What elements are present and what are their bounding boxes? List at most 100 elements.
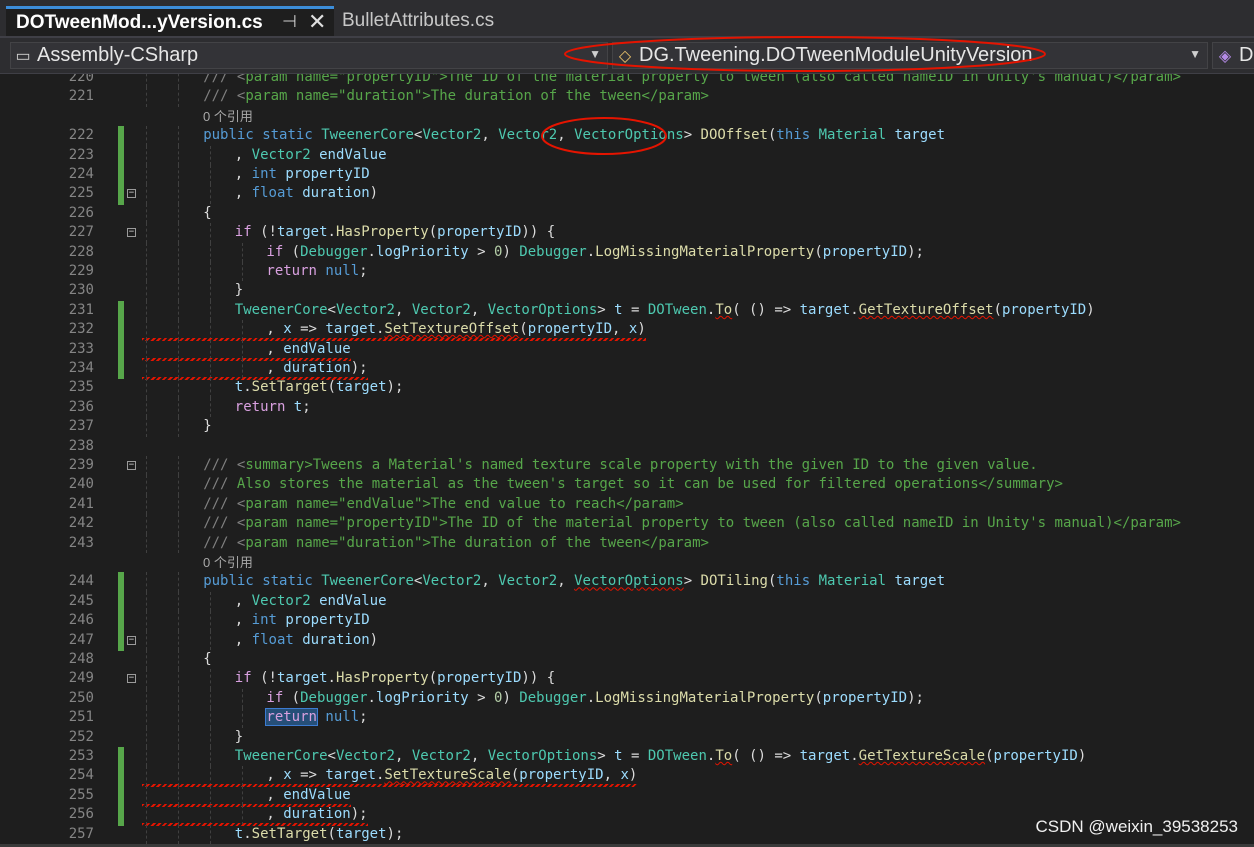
chevron-down-icon[interactable]: ▼ xyxy=(1189,47,1201,61)
pin-icon[interactable]: ⊣ xyxy=(282,12,297,32)
code-line[interactable]: /// <param name="duration">The duration … xyxy=(203,534,709,553)
code-line[interactable]: , duration); xyxy=(142,359,368,380)
code-line[interactable]: /// Also stores the material as the twee… xyxy=(203,475,1063,494)
code-line[interactable]: TweenerCore<Vector2, Vector2, VectorOpti… xyxy=(235,301,1095,320)
indent-guide xyxy=(178,669,180,689)
code-token: param name=" xyxy=(245,88,347,105)
code-line[interactable]: TweenerCore<Vector2, Vector2, VectorOpti… xyxy=(235,747,1086,766)
code-token: param name=" xyxy=(245,495,347,512)
code-token: duration xyxy=(346,88,414,105)
code-line[interactable]: if (Debugger.logPriority > 0) Debugger.L… xyxy=(266,243,924,262)
code-token: Vector2 xyxy=(335,748,395,764)
code-token: ) xyxy=(637,321,646,338)
code-token: { xyxy=(538,224,556,241)
line-number: 246 xyxy=(68,612,94,629)
code-token: LogMissingMaterialProperty xyxy=(595,689,815,706)
indent-guide xyxy=(178,514,180,534)
indent-guide xyxy=(146,417,147,437)
indent-guide xyxy=(210,611,212,631)
code-token: GetTextureScale xyxy=(858,748,986,764)
code-line[interactable]: , float duration) xyxy=(235,631,378,650)
indent-guide xyxy=(242,785,244,806)
tab-bullet-attributes[interactable]: BulletAttributes.cs xyxy=(334,6,564,36)
line-number: 234 xyxy=(68,360,94,376)
code-line[interactable]: , x => target.SetTextureOffset(propertyI… xyxy=(142,320,646,342)
indent-guide xyxy=(146,688,147,709)
code-token: , xyxy=(266,806,284,823)
code-token: . xyxy=(327,224,336,241)
code-line[interactable]: /// <param name="endValue">The end value… xyxy=(203,495,683,514)
code-line[interactable]: if (!target.HasProperty(propertyID)) { xyxy=(235,669,555,688)
code-line[interactable]: if (Debugger.logPriority > 0) Debugger.L… xyxy=(266,689,924,708)
code-token: Material xyxy=(818,127,887,144)
code-token: VectorOptions xyxy=(487,301,598,318)
code-line[interactable]: } xyxy=(235,728,243,747)
code-token: target xyxy=(886,127,946,144)
code-line[interactable]: , endValue xyxy=(142,340,351,361)
code-token: VectorOptions xyxy=(487,748,598,764)
line-number: 228 xyxy=(68,243,94,260)
code-line[interactable]: /// <param name="propertyID">The ID of t… xyxy=(203,514,1181,533)
indent-guide xyxy=(146,378,147,398)
indent-guide xyxy=(146,785,147,806)
codelens-references[interactable]: 0 个引用 xyxy=(203,107,253,126)
indent-guide xyxy=(146,126,147,146)
code-line[interactable]: , Vector2 endValue xyxy=(235,146,387,165)
red-circle-annotation xyxy=(541,117,667,155)
indent-guide xyxy=(210,669,212,689)
code-line[interactable]: { xyxy=(203,204,211,223)
close-icon[interactable]: ✕ xyxy=(308,9,326,35)
fold-toggle-icon[interactable]: − xyxy=(127,461,136,470)
code-line[interactable]: , endValue xyxy=(142,786,351,807)
code-line[interactable]: , int propertyID xyxy=(235,611,370,630)
code-token: = xyxy=(622,301,648,318)
indent-guide xyxy=(146,359,147,379)
code-line[interactable]: { xyxy=(203,650,211,669)
code-line[interactable]: } xyxy=(203,417,211,436)
indent-guide xyxy=(146,805,147,825)
code-token: x xyxy=(283,767,292,784)
code-token: ) xyxy=(502,243,520,260)
code-line[interactable]: t.SetTarget(target); xyxy=(235,825,404,844)
indent-guide xyxy=(178,203,180,224)
code-line[interactable]: t.SetTarget(target); xyxy=(235,378,404,397)
code-line[interactable]: , int propertyID xyxy=(235,165,370,184)
code-line[interactable]: , duration); xyxy=(142,805,368,827)
code-line[interactable]: return null; xyxy=(266,262,367,281)
fold-toggle-icon[interactable]: − xyxy=(127,674,136,684)
code-token: int xyxy=(251,612,277,629)
indent-guide xyxy=(242,262,244,282)
code-token: ; xyxy=(359,263,368,279)
code-token: ( () => xyxy=(732,301,800,318)
code-token: target xyxy=(325,767,376,784)
tab-dotween-module[interactable]: DOTweenMod...yVersion.cs ⊣ ✕ xyxy=(6,6,334,36)
code-token: endValue xyxy=(283,340,351,357)
code-token: t xyxy=(614,301,623,318)
code-line[interactable]: return t; xyxy=(235,398,311,417)
code-line[interactable]: , Vector2 endValue xyxy=(235,592,387,611)
fold-toggle-icon[interactable]: − xyxy=(127,228,136,238)
code-line[interactable]: public static TweenerCore<Vector2, Vecto… xyxy=(203,572,945,591)
codelens-references[interactable]: 0 个引用 xyxy=(203,553,253,572)
code-editor[interactable]: 220/// <param name="propertyID">The ID o… xyxy=(0,74,1254,847)
code-line[interactable]: return null; xyxy=(265,708,368,727)
fold-toggle-icon[interactable]: − xyxy=(127,189,136,199)
fold-toggle-icon[interactable]: − xyxy=(127,635,136,645)
code-line[interactable]: /// <summary>Tweens a Material's named t… xyxy=(203,456,1037,475)
indent-guide xyxy=(146,397,147,418)
code-line[interactable]: } xyxy=(235,281,243,300)
indent-guide xyxy=(146,242,147,262)
member-dropdown[interactable]: ◈ D xyxy=(1212,42,1254,69)
code-token: duration xyxy=(293,185,370,202)
code-line[interactable]: if (!target.HasProperty(propertyID)) { xyxy=(235,223,555,242)
project-label: Assembly-CSharp xyxy=(37,44,199,66)
project-dropdown[interactable]: ▭ Assembly-CSharp ▼ xyxy=(10,42,608,69)
code-token: /// < xyxy=(203,495,246,512)
code-token: . xyxy=(367,689,376,706)
code-line[interactable]: , x => target.SetTextureScale(propertyID… xyxy=(142,766,638,788)
code-line[interactable]: , float duration) xyxy=(235,184,378,203)
code-token: (! xyxy=(251,670,277,687)
code-line[interactable]: /// <param name="propertyID">The ID of t… xyxy=(203,74,1181,87)
code-line[interactable]: /// <param name="duration">The duration … xyxy=(203,87,709,106)
indent-guide xyxy=(146,514,147,534)
